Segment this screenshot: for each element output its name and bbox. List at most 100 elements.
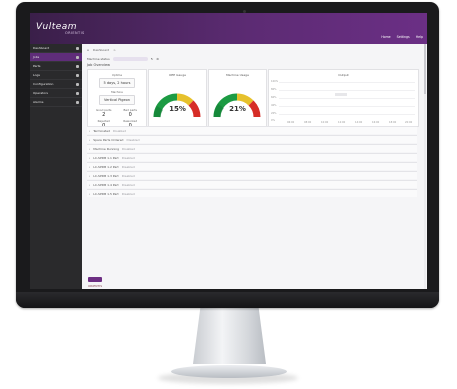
top-action-settings[interactable]: Settings — [397, 35, 410, 39]
list-item-label: LC-SPDB 1.2 Part — [93, 164, 119, 169]
list-item-meta: Disabled — [121, 164, 135, 169]
machine-usage-gauge-card: Machine Usage 21% — [208, 69, 267, 127]
gridline — [279, 82, 415, 83]
sidebar-item-label: Operators — [33, 91, 48, 95]
operators-icon — [76, 91, 79, 95]
stat-value: 0 — [128, 112, 132, 118]
main-content: ⌂ Dashboard > Machine status ↻ ⚙ Job Ove… — [82, 44, 427, 289]
x-axis-label: 16:00 — [372, 121, 380, 124]
machine-status-filter[interactable] — [112, 56, 148, 61]
list-item[interactable]: › LC-SPDB 1.5 Part Disabled — [87, 189, 417, 197]
home-icon[interactable]: ⌂ — [87, 48, 89, 52]
chart-annotation — [335, 93, 347, 96]
sidebar-item-label: Dashboard — [33, 46, 50, 50]
refresh-icon[interactable]: ↻ — [151, 57, 154, 61]
top-action-home[interactable]: Home — [381, 35, 390, 39]
filter-label: Machine status — [87, 56, 110, 61]
breadcrumb: ⌂ Dashboard > — [87, 48, 116, 52]
list-item-label: Spare Parts Ordered — [93, 137, 124, 142]
breadcrumb-item[interactable]: Dashboard — [93, 48, 109, 52]
sidebar-item-configuration[interactable]: Configuration — [30, 80, 82, 89]
list-item-meta: Disabled — [112, 128, 127, 133]
sidebar-item-dashboard[interactable]: Dashboard — [30, 44, 82, 53]
oee-gauge — [153, 93, 201, 118]
x-axis-label: 12:00 — [338, 121, 346, 124]
chevron-right-icon: › — [89, 182, 91, 187]
sidebar-item-parts[interactable]: Parts — [30, 62, 82, 71]
summary-card-title: Uptime — [111, 73, 123, 77]
scrollbar-thumb[interactable] — [424, 44, 426, 94]
gauge-value: 15% — [169, 105, 186, 113]
sidebar-item-logs[interactable]: Logs — [30, 71, 82, 80]
footer-brand: ORIENTIS — [88, 284, 103, 288]
list-item-label: LC-SPDB 1.1 Part — [93, 155, 119, 160]
sidebar-item-operators[interactable]: Operators — [30, 89, 82, 98]
x-axis-label: 06:00 — [287, 121, 295, 124]
list-item-meta: Disabled — [122, 146, 136, 151]
list-item-meta: Disabled — [121, 155, 135, 160]
sidebar-item-jobs[interactable]: Jobs — [30, 53, 82, 62]
list-item[interactable]: › Machine Running Disabled — [87, 144, 417, 152]
y-axis-label: 100% — [271, 80, 279, 83]
gridline — [279, 114, 415, 115]
breadcrumb-separator: > — [113, 48, 116, 52]
summary-card: Uptime 5 days, 2 hours Machine Vertical … — [87, 69, 147, 129]
list-item-label: Terminated — [93, 128, 110, 133]
bad-parts-stat: Bad parts 0 — [119, 108, 143, 118]
sidebar-item-label: Jobs — [33, 55, 40, 59]
chevron-right-icon: › — [89, 164, 91, 169]
chevron-right-icon: › — [89, 191, 91, 196]
panel-title: Job Overview — [87, 63, 110, 67]
gridline — [279, 98, 415, 99]
gridline — [279, 90, 415, 91]
jobs-icon — [76, 55, 79, 59]
settings-icon[interactable]: ⚙ — [156, 57, 159, 61]
dashboard-icon — [76, 46, 79, 50]
chevron-right-icon: › — [89, 173, 91, 178]
uptime-value: 5 days, 2 hours — [99, 78, 135, 88]
list-item[interactable]: › LC-SPDB 1.3 Part Disabled — [87, 171, 417, 179]
monitor-stand-base — [171, 365, 287, 378]
top-actions: Home Settings Help — [381, 35, 423, 39]
sidebar-item-label: Alarms — [33, 100, 44, 104]
machine-label: Machine — [111, 90, 123, 94]
chevron-right-icon: › — [89, 155, 91, 160]
x-axis-label: 20:00 — [405, 121, 413, 124]
chevron-right-icon: › — [89, 146, 91, 151]
status-list: › Terminated Disabled › Spare Parts Ordered… — [87, 126, 417, 198]
y-axis-label: 60% — [271, 96, 277, 99]
sidebar: Dashboard Jobs Parts Logs Configuration … — [30, 44, 82, 289]
config-icon — [76, 82, 79, 86]
good-parts-stat: Good parts 2 — [92, 108, 116, 118]
app-logo-subtext: ORIENTIS — [65, 31, 85, 35]
top-action-help[interactable]: Help — [416, 35, 423, 39]
gauge-title: Machine Usage — [226, 73, 249, 77]
machine-value: Vertical Pigeon — [99, 95, 135, 105]
monitor-bottom-bezel — [16, 292, 439, 308]
sidebar-item-alarms[interactable]: Alarms — [30, 98, 82, 107]
sidebar-item-label: Logs — [33, 73, 40, 77]
toolbar: Machine status ↻ ⚙ — [87, 55, 417, 62]
chevron-right-icon: › — [89, 137, 91, 142]
top-navigation-bar: Vulteam ORIENTIS Home Settings Help — [30, 13, 427, 44]
list-item[interactable]: › Spare Parts Ordered Disabled — [87, 135, 417, 143]
list-item[interactable]: › LC-SPDB 1.2 Part Disabled — [87, 162, 417, 170]
x-axis-label: 18:00 — [389, 121, 397, 124]
logs-icon — [76, 73, 79, 77]
y-axis-label: 20% — [271, 112, 277, 115]
y-axis-label: 80% — [271, 88, 277, 91]
list-item-label: Machine Running — [93, 146, 120, 151]
list-item-meta: Disabled — [121, 182, 135, 187]
gauge-value: 21% — [229, 105, 246, 113]
list-item-label: LC-SPDB 1.4 Part — [93, 182, 119, 187]
machine-usage-gauge — [213, 93, 261, 118]
alarm-icon — [76, 100, 79, 104]
sidebar-item-label: Parts — [33, 64, 41, 68]
list-item-label: LC-SPDB 1.3 Part — [93, 173, 119, 178]
gauge-title: OEE Gauge — [169, 73, 186, 77]
gridline — [279, 106, 415, 107]
parts-icon — [76, 64, 79, 68]
list-item[interactable]: › LC-SPDB 1.4 Part Disabled — [87, 180, 417, 188]
list-item[interactable]: › Terminated Disabled — [87, 126, 417, 134]
list-item[interactable]: › LC-SPDB 1.1 Part Disabled — [87, 153, 417, 161]
